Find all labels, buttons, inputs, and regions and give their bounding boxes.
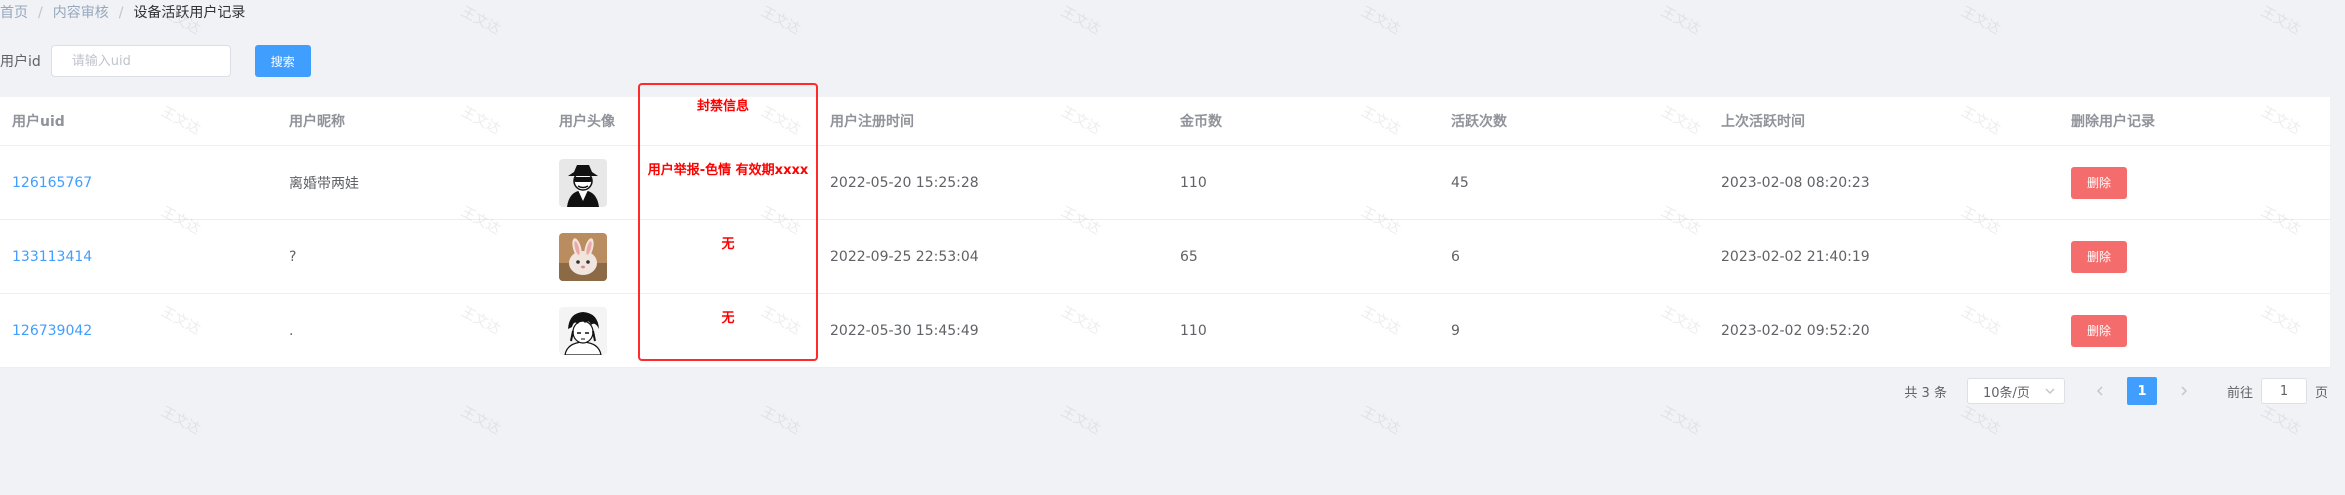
goto-page-input[interactable] <box>2260 378 2307 404</box>
active-count: 45 <box>1451 174 1469 191</box>
search-button[interactable]: 搜索 <box>254 45 311 77</box>
chevron-left-icon <box>2096 386 2103 396</box>
watermark-text: 王文达 <box>1058 3 1103 38</box>
avatar-spy-icon <box>559 158 607 207</box>
user-uid-link[interactable]: 126165767 <box>12 175 92 191</box>
column-header-active-count: 活跃次数 <box>1451 114 1507 130</box>
goto-label: 前往 <box>2226 385 2253 401</box>
register-time: 2022-05-30 15:45:49 <box>830 322 979 339</box>
ban-info-annotation-box <box>638 83 818 361</box>
page-number-current[interactable]: 1 <box>2126 377 2157 405</box>
user-record-table: 用户uid 用户昵称 用户头像 用户注册时间 金币数 活跃次数 上次活跃时间 删… <box>0 97 2330 368</box>
watermark-text: 王文达 <box>1358 3 1403 38</box>
breadcrumb-content-review[interactable]: 内容审核 <box>53 5 109 21</box>
column-header-ban-info: 封禁信息 <box>696 99 749 114</box>
column-header-uid: 用户uid <box>12 114 65 130</box>
avatar-anime-icon <box>559 306 607 355</box>
user-uid-link[interactable]: 133113414 <box>12 249 92 265</box>
search-form: 用户id 搜索 <box>0 45 311 77</box>
watermark-text: 王文达 <box>2258 3 2303 38</box>
user-nickname: ? <box>289 248 297 265</box>
table-header: 用户uid 用户昵称 用户头像 用户注册时间 金币数 活跃次数 上次活跃时间 删… <box>0 97 2330 146</box>
table-row: 126739042 . 无 2022-05-30 15:45:49 110 9 … <box>0 294 2330 368</box>
breadcrumb-current: 设备活跃用户记录 <box>133 5 246 21</box>
watermark-text: 王文达 <box>758 3 803 38</box>
uid-search-input[interactable] <box>50 45 231 77</box>
column-header-coins: 金币数 <box>1180 114 1222 130</box>
coin-count: 110 <box>1180 322 1207 339</box>
pagination-total: 共 3 条 <box>1904 385 1947 401</box>
column-header-register-time: 用户注册时间 <box>830 114 914 130</box>
watermark-text: 王文达 <box>1958 403 2003 438</box>
watermark-text: 王文达 <box>758 403 803 438</box>
goto-suffix: 页 <box>2314 385 2328 401</box>
register-time: 2022-05-20 15:25:28 <box>830 174 979 191</box>
table-row: 133113414 ? 无 2022-09-25 22:53:04 65 6 2… <box>0 220 2330 294</box>
last-active-time: 2023-02-02 09:52:20 <box>1721 322 1870 339</box>
column-header-nickname: 用户昵称 <box>289 114 345 130</box>
coin-count: 110 <box>1180 174 1207 191</box>
watermark-text: 王文达 <box>158 403 203 438</box>
user-uid-link[interactable]: 126739042 <box>12 323 92 339</box>
goto-page: 前往 页 <box>2227 378 2328 404</box>
breadcrumb-separator: / <box>38 5 43 21</box>
watermark-text: 王文达 <box>1658 3 1703 38</box>
breadcrumb-home[interactable]: 首页 <box>0 5 28 21</box>
breadcrumb: 首页 / 内容审核 / 设备活跃用户记录 <box>0 3 245 23</box>
chevron-right-icon <box>2181 386 2187 396</box>
column-header-last-active: 上次活跃时间 <box>1721 114 1805 130</box>
active-count: 6 <box>1451 248 1460 265</box>
prev-page-button[interactable] <box>2085 377 2115 405</box>
coin-count: 65 <box>1180 248 1198 265</box>
watermark-text: 王文达 <box>458 403 503 438</box>
column-header-avatar: 用户头像 <box>559 114 615 130</box>
last-active-time: 2023-02-08 08:20:23 <box>1721 174 1870 191</box>
delete-button[interactable]: 删除 <box>2071 240 2127 273</box>
last-active-time: 2023-02-02 21:40:19 <box>1721 248 1870 265</box>
watermark-text: 王文达 <box>2258 403 2303 438</box>
breadcrumb-separator: / <box>118 5 124 21</box>
pagination: 共 3 条 10条/页 1 前往 页 <box>1904 377 2328 405</box>
watermark-text: 王文达 <box>458 3 503 38</box>
avatar-bunny-icon <box>559 232 607 281</box>
user-nickname: 离婚带两娃 <box>289 175 359 192</box>
active-count: 9 <box>1451 322 1460 339</box>
table-row: 126165767 离婚带两娃 用户举报-色情 有效期xxxx 2022-05-… <box>0 146 2330 220</box>
watermark-text: 王文达 <box>1958 3 2003 38</box>
next-page-button[interactable] <box>2169 377 2199 405</box>
page-size-value: 10条/页 <box>1982 385 2030 401</box>
uid-label: 用户id <box>0 54 41 70</box>
page-size-select[interactable]: 10条/页 <box>1966 378 2065 404</box>
watermark-text: 王文达 <box>1658 403 1703 438</box>
watermark-text: 王文达 <box>1358 403 1403 438</box>
watermark-text: 王文达 <box>1058 403 1103 438</box>
column-header-delete: 删除用户记录 <box>2071 114 2155 130</box>
delete-button[interactable]: 删除 <box>2071 166 2127 199</box>
register-time: 2022-09-25 22:53:04 <box>830 248 979 265</box>
chevron-down-icon <box>2045 388 2055 394</box>
user-nickname: . <box>289 322 294 339</box>
delete-button[interactable]: 删除 <box>2071 314 2127 347</box>
